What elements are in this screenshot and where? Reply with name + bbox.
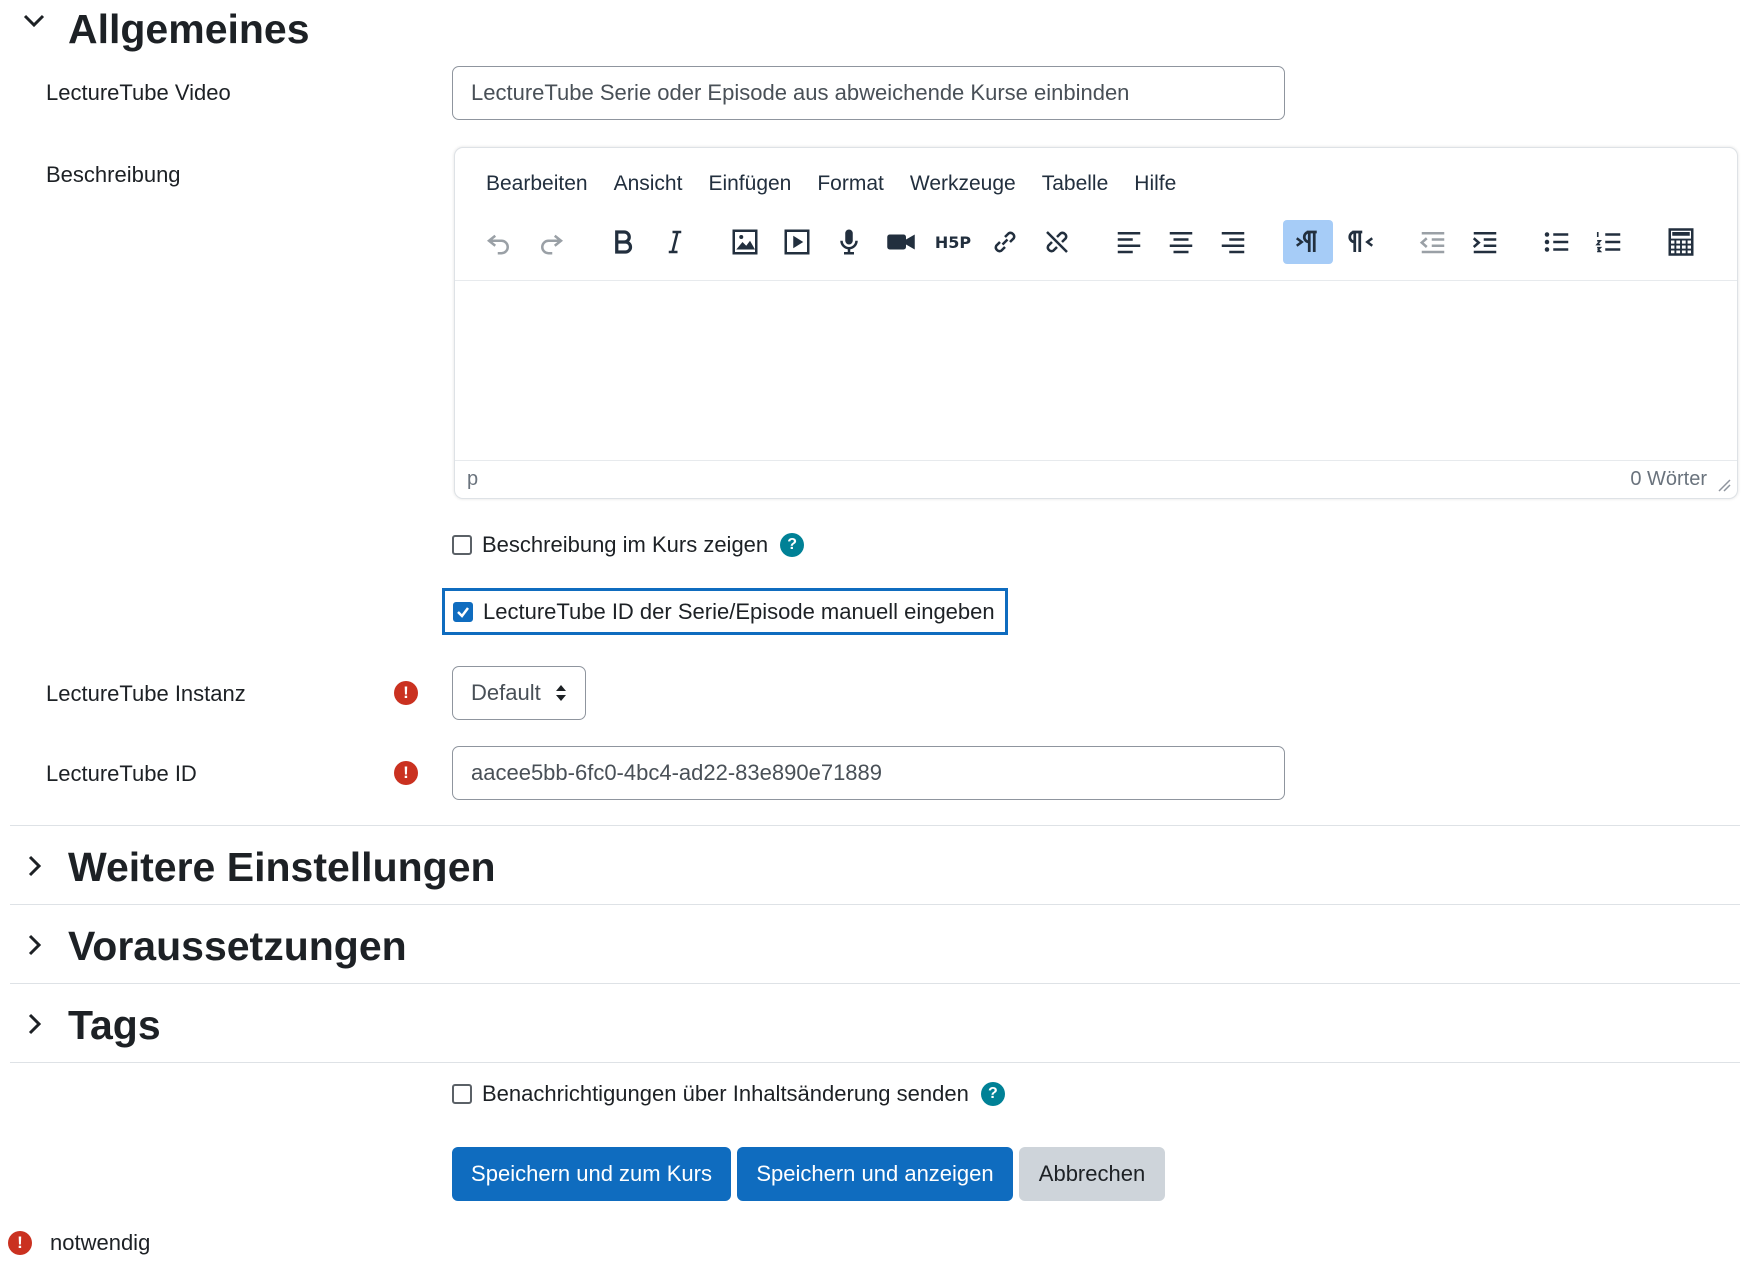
save-display-button[interactable]: Speichern und anzeigen: [737, 1147, 1013, 1201]
editor-menubar: Bearbeiten Ansicht Einfügen Format Werkz…: [486, 172, 1202, 196]
bold-icon[interactable]: [601, 220, 645, 264]
editor-word-count: 0 Wörter: [1630, 468, 1707, 490]
section-general-header[interactable]: [20, 6, 48, 34]
description-label: Beschreibung: [46, 162, 181, 187]
notify-row: Benachrichtigungen über Inhaltsänderung …: [452, 1081, 1005, 1107]
manual-id-label[interactable]: LectureTube ID der Serie/Episode manuell…: [483, 599, 995, 625]
section-title-more-settings[interactable]: Weitere Einstellungen: [68, 844, 496, 891]
show-description-label[interactable]: Beschreibung im Kurs zeigen: [482, 532, 768, 558]
help-icon[interactable]: ?: [980, 1082, 1005, 1106]
divider: [10, 904, 1740, 905]
section-prereq-header[interactable]: [20, 931, 48, 959]
image-icon[interactable]: [723, 220, 767, 264]
section-tags-header[interactable]: [20, 1010, 48, 1038]
unlink-icon[interactable]: [1035, 220, 1079, 264]
section-title-tags[interactable]: Tags: [68, 1002, 161, 1049]
align-left-icon[interactable]: [1107, 220, 1151, 264]
instance-select-value: Default: [471, 680, 541, 705]
notify-checkbox[interactable]: [452, 1084, 472, 1104]
required-icon: !: [8, 1231, 32, 1255]
required-note: ! notwendig: [8, 1230, 150, 1256]
select-arrows-icon: [556, 685, 566, 701]
menu-ansicht[interactable]: Ansicht: [614, 172, 683, 196]
section-title-general: Allgemeines: [68, 6, 310, 52]
h5p-icon[interactable]: H5P: [931, 220, 975, 264]
resize-handle-icon[interactable]: [1717, 478, 1731, 492]
numbered-list-icon[interactable]: [1587, 220, 1631, 264]
calculator-icon[interactable]: [1659, 220, 1703, 264]
italic-icon[interactable]: [653, 220, 697, 264]
undo-icon[interactable]: [477, 220, 521, 264]
video-label: LectureTube Video: [46, 80, 231, 105]
menu-bearbeiten[interactable]: Bearbeiten: [486, 172, 588, 196]
instance-label: LectureTube Instanz: [46, 681, 246, 706]
id-label: LectureTube ID: [46, 761, 197, 786]
video-select[interactable]: LectureTube Serie oder Episode aus abwei…: [452, 66, 1285, 120]
show-description-checkbox[interactable]: [452, 535, 472, 555]
microphone-icon[interactable]: [827, 220, 871, 264]
media-icon[interactable]: [775, 220, 819, 264]
divider: [10, 825, 1740, 826]
outdent-icon[interactable]: [1411, 220, 1455, 264]
manual-id-row: LectureTube ID der Serie/Episode manuell…: [442, 588, 1008, 635]
id-input-value: aacee5bb-6fc0-4bc4-ad22-83e890e71889: [471, 760, 883, 785]
bullet-list-icon[interactable]: [1535, 220, 1579, 264]
checkmark-icon: [457, 606, 469, 618]
menu-format[interactable]: Format: [817, 172, 884, 196]
show-description-row: Beschreibung im Kurs zeigen ?: [452, 532, 805, 558]
divider: [10, 983, 1740, 984]
chevron-down-icon[interactable]: [20, 6, 48, 34]
cancel-button[interactable]: Abbrechen: [1019, 1147, 1165, 1201]
instance-select[interactable]: Default: [452, 666, 586, 720]
toolbar-divider: [455, 280, 1737, 281]
divider: [10, 1062, 1740, 1063]
id-input[interactable]: aacee5bb-6fc0-4bc4-ad22-83e890e71889: [452, 746, 1285, 800]
section-more-header[interactable]: [20, 852, 48, 880]
chevron-right-icon[interactable]: [20, 931, 48, 959]
menu-tabelle[interactable]: Tabelle: [1042, 172, 1109, 196]
chevron-right-icon[interactable]: [20, 852, 48, 880]
required-note-text: notwendig: [50, 1230, 151, 1255]
description-editor[interactable]: Bearbeiten Ansicht Einfügen Format Werkz…: [454, 147, 1738, 499]
required-icon: !: [394, 681, 418, 705]
help-icon[interactable]: ?: [780, 533, 805, 557]
align-center-icon[interactable]: [1159, 220, 1203, 264]
statusbar-divider: [455, 460, 1737, 461]
menu-werkzeuge[interactable]: Werkzeuge: [910, 172, 1016, 196]
rtl-icon[interactable]: [1339, 220, 1383, 264]
indent-icon[interactable]: [1463, 220, 1507, 264]
align-right-icon[interactable]: [1211, 220, 1255, 264]
editor-status-path: p: [467, 468, 479, 490]
manual-id-checkbox[interactable]: [453, 601, 473, 622]
video-camera-icon[interactable]: [879, 220, 923, 264]
save-return-button[interactable]: Speichern und zum Kurs: [452, 1147, 731, 1201]
required-icon: !: [394, 761, 418, 785]
menu-einfuegen[interactable]: Einfügen: [708, 172, 791, 196]
redo-icon[interactable]: [529, 220, 573, 264]
link-icon[interactable]: [983, 220, 1027, 264]
notify-label[interactable]: Benachrichtigungen über Inhaltsänderung …: [482, 1081, 969, 1107]
video-select-value: LectureTube Serie oder Episode aus abwei…: [471, 80, 1130, 105]
chevron-right-icon[interactable]: [20, 1010, 48, 1038]
ltr-icon[interactable]: [1283, 220, 1333, 264]
menu-hilfe[interactable]: Hilfe: [1134, 172, 1176, 196]
section-title-prerequisites[interactable]: Voraussetzungen: [68, 923, 407, 970]
